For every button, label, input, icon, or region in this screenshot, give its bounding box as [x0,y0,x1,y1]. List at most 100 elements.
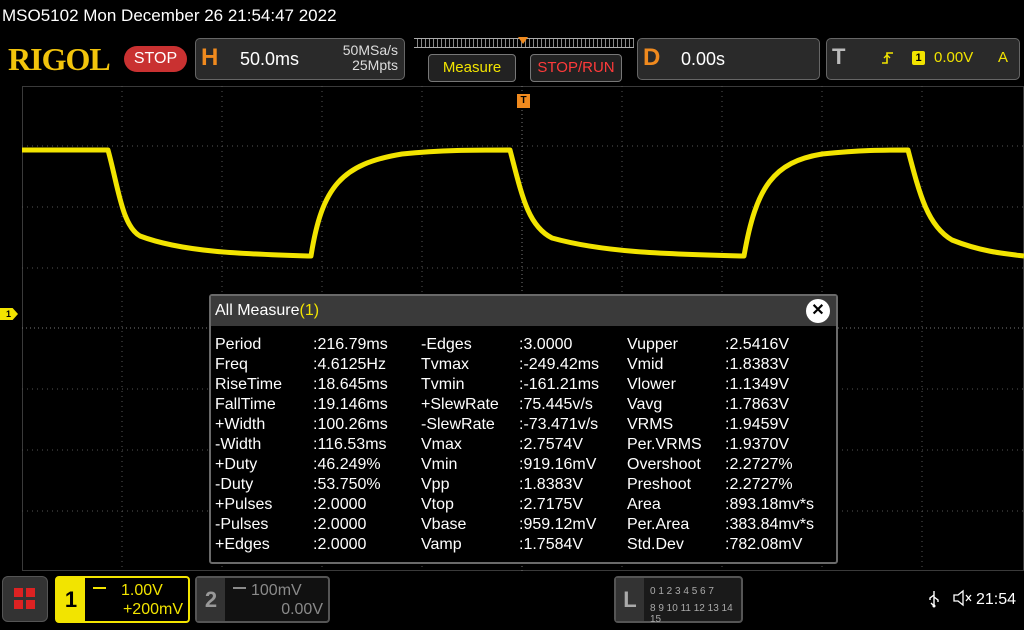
channel1-trace [22,147,1024,259]
measure-label: Vpp [421,476,450,493]
measure-label: Vmin [421,456,458,473]
measure-panel-header[interactable]: All Measure(1) ✕ [211,296,836,326]
measure-value: :383.84mv*s [725,516,814,533]
channel1-panel[interactable]: 1 1.00V +200mV [55,576,190,623]
measure-value: :2.0000 [313,496,367,513]
measure-label: VRMS [627,416,674,433]
home-menu-icon[interactable] [2,576,48,622]
logic-channels-high: 8 9 10 11 12 13 14 15 [650,603,733,625]
measure-value: :1.8383V [725,356,790,373]
dc-coupling-icon [93,587,106,593]
measure-label: -Pulses [215,516,269,533]
measure-label: +Duty [215,456,258,473]
measure-value: :19.146ms [313,396,388,413]
measure-value: :2.0000 [313,536,367,553]
measure-value: :2.7175V [519,496,584,513]
channel2-number: 2 [197,578,225,621]
measure-label: -SlewRate [421,416,495,433]
measure-label: Vupper [627,336,678,353]
measure-value: :2.0000 [313,516,367,533]
brand-logo: RIGOL [8,41,111,77]
measure-label: -Duty [215,476,254,493]
measure-count: (1) [299,302,320,319]
measure-panel: All Measure(1) ✕ Period:216.79ms Freq:4.… [209,294,838,564]
channel1-ground-marker[interactable]: 1 [0,308,18,320]
logic-letter: L [616,578,644,621]
run-state-badge[interactable]: STOP [124,46,187,72]
measure-value: :53.750% [313,476,381,493]
measure-value: :1.1349V [725,376,790,393]
measure-label: Vtop [421,496,454,513]
delay-panel[interactable] [637,38,820,80]
stop-run-button[interactable]: STOP/RUN [530,54,622,82]
delay-value: 0.00s [681,49,726,69]
measure-label: Preshoot [627,476,692,493]
window-title: MSO5102 Mon December 26 21:54:47 2022 [2,6,337,25]
sample-rate: 50MSa/s [342,42,398,58]
channel1-scale: 1.00V [121,582,163,599]
trigger-mode: A [998,49,1009,66]
measure-panel-title: All Measure(1) [215,302,319,320]
logic-channels-low: 0 1 2 3 4 5 6 7 [650,586,714,597]
measure-label: Vmax [421,436,462,453]
usb-icon [928,590,940,613]
measure-label: Vlower [627,376,676,393]
measure-label: +SlewRate [421,396,499,413]
measure-value: :-249.42ms [519,356,600,373]
measure-title-text: All Measure [215,302,300,319]
trigger-source-badge: 1 [912,51,925,65]
measure-value: :893.18mv*s [725,496,814,513]
measure-label: Std.Dev [627,536,684,553]
memory-depth: 25Mpts [352,57,398,73]
trigger-position-icon [518,37,528,44]
measure-value: :1.9370V [725,436,790,453]
measure-value: :216.79ms [313,336,388,353]
measure-label: Per.Area [627,516,690,533]
measure-value: :2.2727% [725,456,793,473]
measure-button[interactable]: Measure [428,54,516,82]
measure-value: :18.645ms [313,376,388,393]
channel2-offset: 0.00V [281,601,323,618]
measure-value: :4.6125Hz [313,356,386,373]
measure-label: Vmid [627,356,664,373]
measure-label: Vamp [421,536,462,553]
measure-value: :116.53ms [313,436,387,453]
measure-label: +Width [215,416,266,433]
measure-value: :782.08mV [725,536,803,553]
top-toolbar: RIGOL STOP H 50.0ms 50MSa/s 25Mpts Measu… [0,34,1024,86]
rising-edge-icon [881,50,895,69]
measure-label: -Edges [421,336,472,353]
measure-label: Tvmax [421,356,469,373]
logic-analyzer-panel[interactable]: L 0 1 2 3 4 5 6 7 8 9 10 11 12 13 14 15 [614,576,743,625]
measure-value: :959.12mV [519,516,597,533]
measure-value: :46.249% [313,456,381,473]
measure-label: RiseTime [215,376,282,393]
measure-value: :919.16mV [519,456,597,473]
close-icon[interactable]: ✕ [806,299,830,323]
measure-label: Vbase [421,516,467,533]
measure-value: :1.7863V [725,396,790,413]
trigger-letter: T [832,44,846,69]
measure-label: Period [215,336,262,353]
trigger-position-marker[interactable]: T [517,94,530,108]
measure-value: :1.9459V [725,416,790,433]
horizontal-letter: H [201,44,219,71]
channel2-scale: 100mV [251,582,302,599]
measure-value: :-73.471v/s [519,416,599,433]
bottom-bar: 1 1.00V +200mV 2 100mV 0.00V L 0 1 2 3 4… [0,571,1024,630]
measure-value: :100.26ms [313,416,388,433]
measure-value: :75.445v/s [519,396,593,413]
timebase-value: 50.0ms [240,49,300,69]
measure-label: Vavg [627,396,663,413]
measure-label: Per.VRMS [627,436,702,453]
measure-label: Tvmin [421,376,465,393]
measure-value: :-161.21ms [519,376,600,393]
measure-label: Area [627,496,661,513]
channel1-number: 1 [57,578,85,621]
title-bar: MSO5102 Mon December 26 21:54:47 2022 [0,0,1024,34]
system-clock: 21:54 [976,591,1017,608]
speaker-muted-icon[interactable] [952,589,972,612]
channel2-panel[interactable]: 2 100mV 0.00V [195,576,330,623]
dc-coupling-icon [233,587,246,593]
measure-value: :3.0000 [519,336,573,353]
